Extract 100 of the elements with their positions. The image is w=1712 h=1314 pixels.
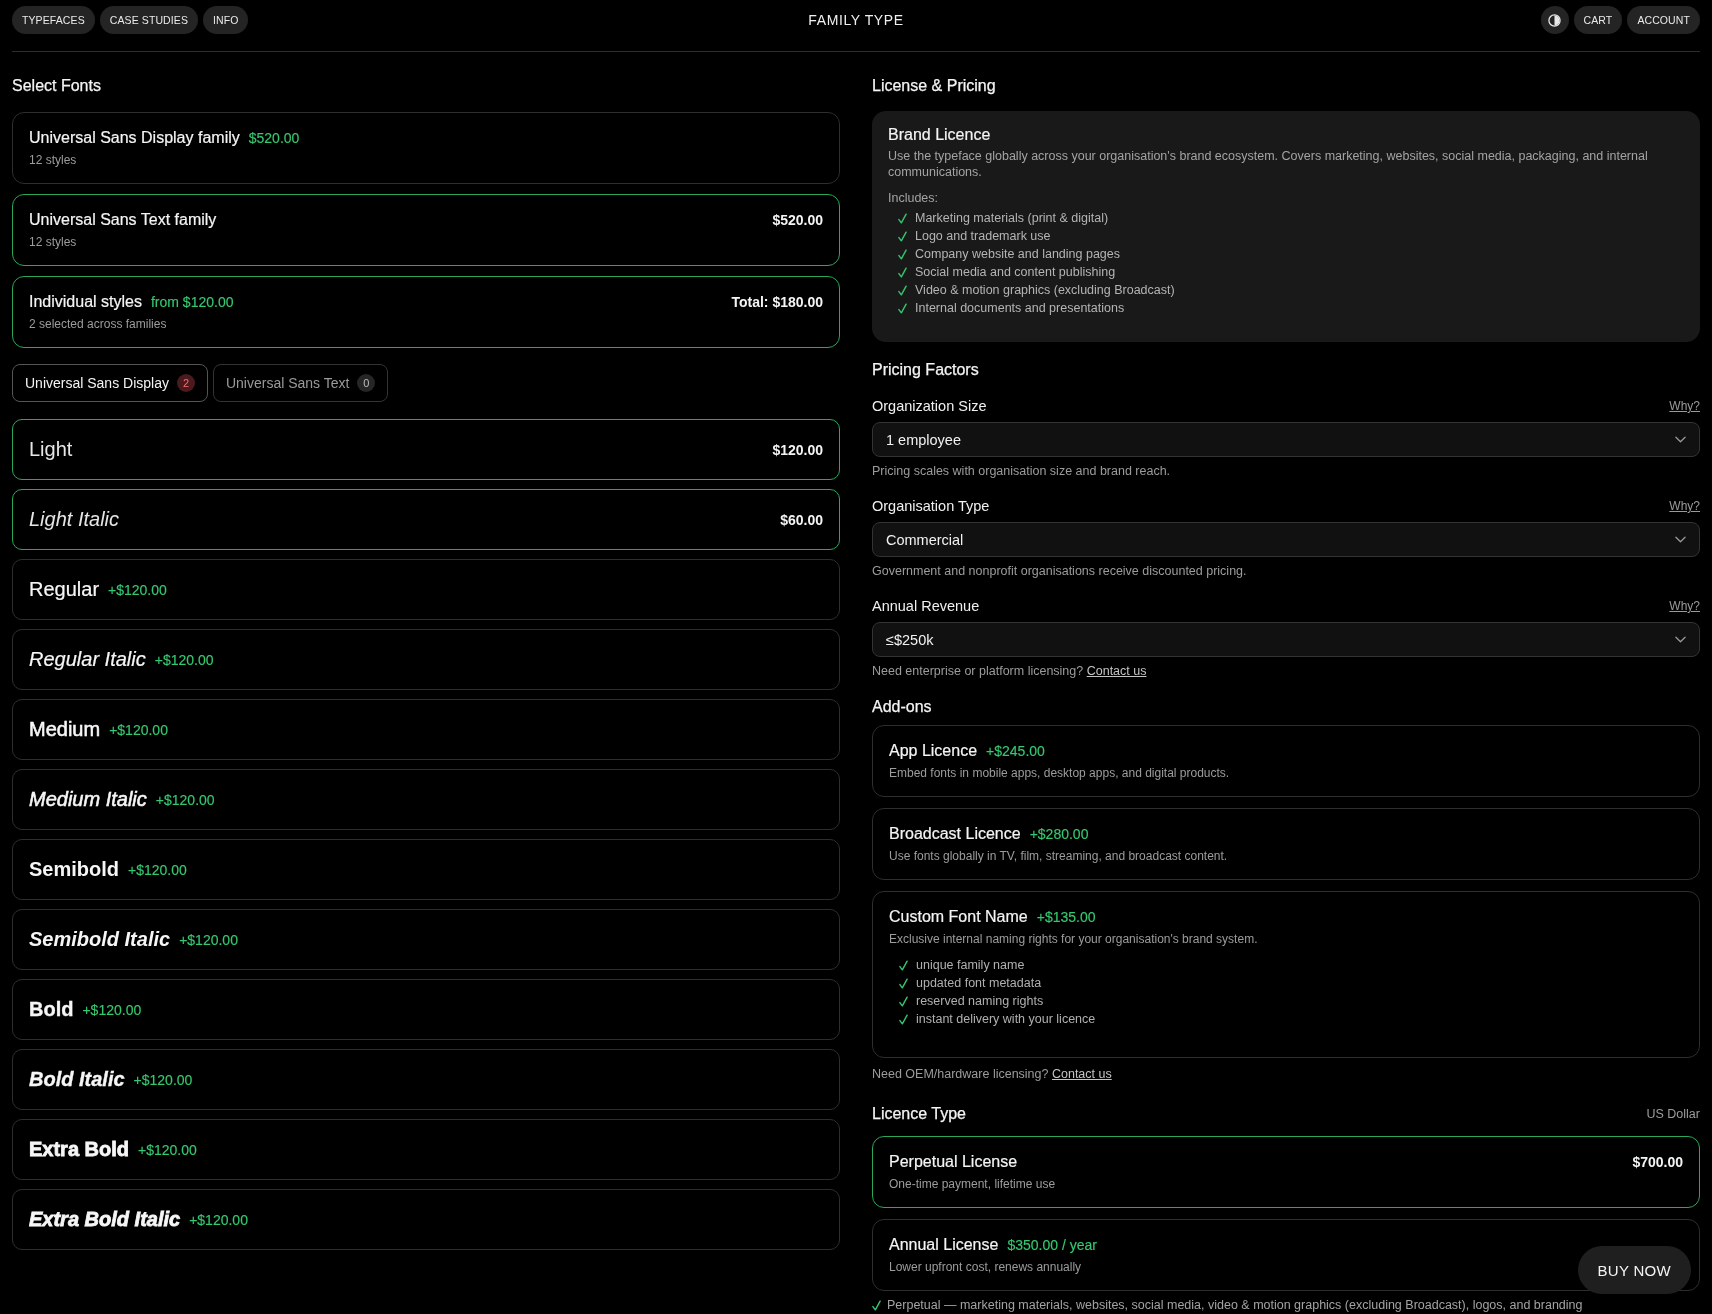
style-option-row[interactable]: Medium Italic +$120.00 — [12, 769, 840, 830]
family-name: Individual styles — [29, 292, 142, 312]
why-link[interactable]: Why? — [1669, 499, 1700, 513]
contact-link[interactable]: Contact us — [1086, 664, 1147, 678]
style-option-row[interactable]: Bold Italic +$120.00 — [12, 1049, 840, 1110]
style-option-row[interactable]: Semibold +$120.00 — [12, 839, 840, 900]
addon-card[interactable]: Custom Font Name +$135.00 Exclusive internal naming rights for your organisation's brand system. unique family name updated font metadata reserved naming rights instant delivery with your licence — [872, 891, 1700, 1058]
feature-text: Logo and trademark use — [915, 229, 1051, 243]
licence-price: $700.00 — [1632, 1154, 1683, 1170]
feature-text: Internal documents and presentations — [915, 301, 1125, 315]
includes-label: Includes: — [888, 190, 939, 206]
style-price: +$120.00 — [189, 1211, 248, 1228]
style-name: Light Italic — [29, 508, 120, 531]
addon-card[interactable]: Broadcast Licence +$280.00 Use fonts globally in TV, film, streaming, and broadcast content. — [872, 808, 1700, 880]
style-option-row[interactable]: Semibold Italic +$120.00 — [12, 909, 840, 970]
check-icon — [898, 284, 907, 296]
addon-price: +$280.00 — [1029, 826, 1089, 842]
style-option-row[interactable]: Light Italic $60.00 — [12, 489, 840, 550]
style-option-row[interactable]: Light $120.00 — [12, 419, 840, 480]
addon-name: Broadcast Licence — [889, 824, 1021, 844]
family-option-card[interactable]: Individual styles from $120.00 Total: $180.00 2 selected across families — [12, 276, 840, 348]
nav-link[interactable]: CASE STUDIES — [99, 6, 198, 34]
family-option-card[interactable]: Universal Sans Text family $520.00 12 styles — [12, 194, 840, 266]
contact-link[interactable]: Contact us — [1051, 1067, 1112, 1081]
field-label: Organisation Type — [872, 498, 990, 514]
nav-link[interactable]: CART — [1573, 6, 1623, 34]
feature-text: instant delivery with your licence — [916, 1012, 1096, 1026]
why-link[interactable]: Why? — [1669, 599, 1700, 613]
family-price: $520.00 — [248, 130, 300, 146]
contrast-icon — [1548, 13, 1562, 27]
check-icon — [899, 1013, 908, 1025]
site-title[interactable]: FAMILY TYPE — [808, 12, 904, 28]
feature-text: unique family name — [916, 958, 1025, 972]
style-price: +$120.00 — [138, 1141, 197, 1158]
family-subtitle: 2 selected across families — [29, 316, 167, 332]
family-total: Total: $180.00 — [731, 294, 823, 310]
theme-toggle-button[interactable] — [1540, 6, 1569, 34]
hint-text: Pricing scales with organisation size and brand reach. — [872, 463, 1171, 479]
style-name: Regular Italic — [29, 648, 146, 671]
style-name: Medium — [29, 718, 101, 741]
addon-price: +$135.00 — [1036, 909, 1096, 925]
nav-link[interactable]: TYPEFACES — [12, 6, 95, 34]
style-price: +$120.00 — [155, 791, 215, 808]
dropdown-select[interactable]: ≤$250k — [872, 622, 1700, 657]
style-name: Semibold — [29, 858, 119, 881]
count-badge: 0 — [357, 374, 376, 392]
check-icon — [872, 1299, 881, 1311]
style-name: Extra Bold — [29, 1138, 130, 1161]
style-option-row[interactable]: Extra Bold Italic +$120.00 — [12, 1189, 840, 1250]
dropdown-select[interactable]: 1 employee — [872, 422, 1700, 457]
family-subtitle: 12 styles — [29, 152, 77, 168]
feature-text: Company website and landing pages — [915, 247, 1120, 261]
licence-description: Use the typeface globally across your organisation's brand ecosystem. Covers marketing, websites, social media, packaging, and internal communications. — [888, 148, 1649, 180]
nav-link[interactable]: INFO — [203, 6, 249, 34]
style-price: +$120.00 — [128, 861, 187, 878]
dropdown-select[interactable]: Commercial — [872, 522, 1700, 557]
nav-link[interactable]: ACCOUNT — [1627, 6, 1700, 34]
addon-description: Embed fonts in mobile apps, desktop apps, and digital products. — [889, 765, 1230, 781]
feature-text: Video & motion graphics (excluding Broadcast) — [915, 283, 1175, 297]
feature-text: reserved naming rights — [916, 994, 1044, 1008]
family-total: $520.00 — [772, 212, 823, 228]
section-heading: Select Fonts — [12, 76, 102, 96]
style-option-row[interactable]: Medium +$120.00 — [12, 699, 840, 760]
check-icon — [898, 212, 907, 224]
style-option-row[interactable]: Regular Italic +$120.00 — [12, 629, 840, 690]
style-option-row[interactable]: Regular +$120.00 — [12, 559, 840, 620]
hint-text: Need OEM/hardware licensing? Contact us — [872, 1066, 1112, 1082]
family-tab[interactable]: Universal Sans Display 2 — [12, 364, 208, 402]
style-name: Extra Bold Italic — [29, 1208, 181, 1231]
family-price: from $120.00 — [150, 294, 234, 310]
check-icon — [898, 266, 907, 278]
why-link[interactable]: Why? — [1669, 399, 1700, 413]
licence-note: Perpetual — marketing materials, websites, social media, video & motion graphics (excluding Broadcast), logos, and branding — [887, 1297, 1583, 1313]
style-option-row[interactable]: Extra Bold +$120.00 — [12, 1119, 840, 1180]
family-name: Universal Sans Display family — [29, 128, 240, 148]
hint-text: Government and nonprofit organisations receive discounted pricing. — [872, 563, 1247, 579]
licence-name: Annual License — [889, 1235, 999, 1255]
currency-label: US Dollar — [1646, 1107, 1700, 1121]
addon-card[interactable]: App Licence +$245.00 Embed fonts in mobile apps, desktop apps, and digital products. — [872, 725, 1700, 797]
field-label: Annual Revenue — [872, 598, 980, 614]
count-badge: 2 — [176, 374, 195, 392]
style-name: Semibold Italic — [29, 928, 171, 951]
addon-description: Exclusive internal naming rights for your organisation's brand system. — [889, 931, 1258, 947]
section-heading: License & Pricing — [872, 76, 997, 96]
licence-name: Perpetual License — [889, 1152, 1018, 1172]
family-tab[interactable]: Universal Sans Text 0 — [212, 364, 389, 402]
style-name: Bold Italic — [29, 1068, 125, 1091]
addon-price: +$245.00 — [986, 743, 1045, 759]
family-name: Universal Sans Text family — [29, 210, 217, 230]
style-option-row[interactable]: Bold +$120.00 — [12, 979, 840, 1040]
check-icon — [899, 995, 908, 1007]
style-price: $60.00 — [780, 511, 823, 528]
check-icon — [899, 977, 908, 989]
buy-now-button[interactable]: BUY NOW — [1577, 1246, 1691, 1294]
chevron-down-icon — [1675, 536, 1686, 543]
style-price: +$120.00 — [108, 581, 167, 598]
licence-description: One-time payment, lifetime use — [889, 1176, 1056, 1192]
licence-option-card[interactable]: Perpetual License $700.00 One-time payment, lifetime use — [872, 1136, 1700, 1208]
family-option-card[interactable]: Universal Sans Display family $520.00 12 styles — [12, 112, 840, 184]
style-price: +$120.00 — [154, 651, 214, 668]
